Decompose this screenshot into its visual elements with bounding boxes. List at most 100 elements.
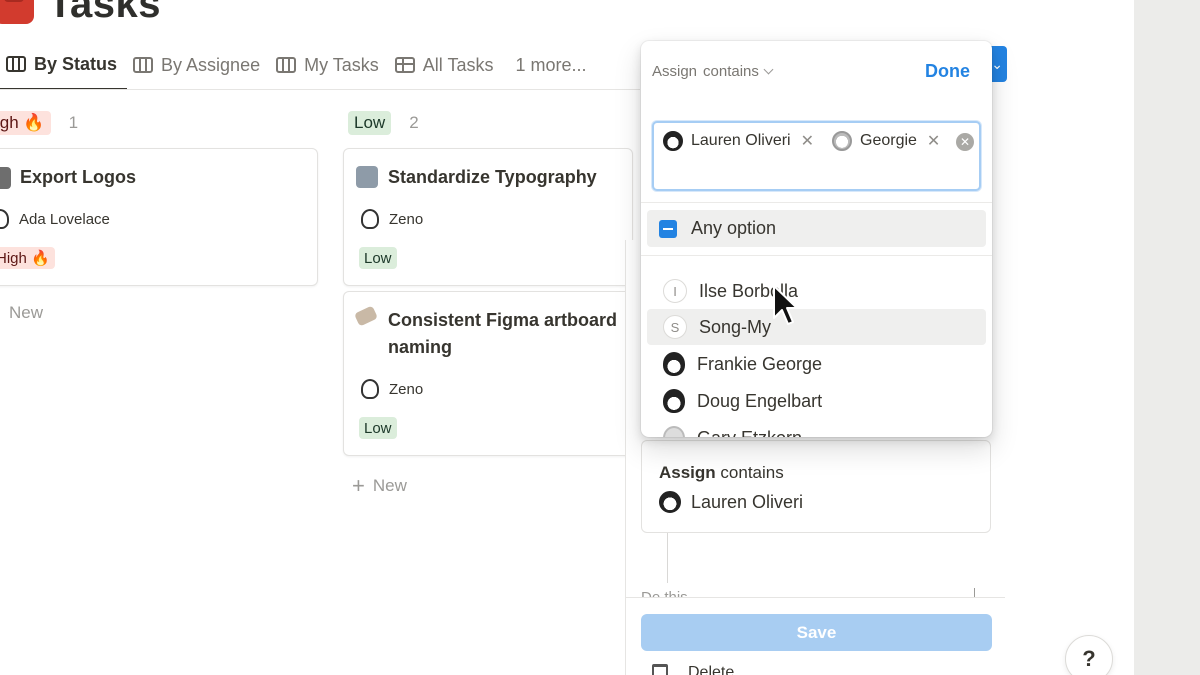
card-title: Consistent Figma artboard: [388, 310, 618, 330]
option-label: Gary Etzkorn: [697, 428, 802, 438]
tab-more[interactable]: 1 more...: [503, 40, 596, 90]
option-gary-etzkorn[interactable]: Gary Etzkorn: [647, 420, 986, 437]
new-label: New: [9, 303, 44, 322]
option-ilse-borbolla[interactable]: I Ilse Borbolla: [647, 273, 986, 309]
chevron-down-icon: [763, 64, 774, 75]
divider: [641, 255, 992, 256]
new-card-button[interactable]: New: [9, 303, 43, 323]
divider: [641, 202, 992, 203]
option-label: Frankie George: [697, 353, 823, 374]
right-gray-area: [1134, 0, 1200, 675]
option-frankie-george[interactable]: Frankie George: [647, 346, 986, 382]
avatar: [663, 426, 685, 437]
tab-label: By Status: [34, 53, 118, 74]
card-priority: Low: [359, 247, 397, 269]
filter-operator-dropdown[interactable]: Assign contains: [652, 63, 774, 80]
new-card-button[interactable]: + New: [352, 473, 407, 499]
column-header-high: igh 🔥 1: [0, 110, 78, 136]
condition-property: Assign: [659, 463, 716, 482]
condition-value: Lauren Oliveri: [659, 491, 803, 513]
tab-by-assignee[interactable]: By Assignee: [127, 40, 270, 90]
priority-tag: High 🔥: [0, 247, 55, 269]
help-button[interactable]: ?: [1065, 635, 1113, 675]
card-title-line2: naming: [388, 337, 453, 357]
new-label: New: [372, 476, 407, 495]
filter-popup: Assign contains Done Lauren Oliveri ✕ Ge…: [641, 41, 992, 437]
task-card-standardize-typography[interactable]: Standardize Typography Zeno Low: [343, 148, 633, 286]
tab-label: My Tasks: [304, 54, 379, 75]
any-option-checkbox[interactable]: Any option: [647, 210, 986, 247]
tab-label: 1 more...: [515, 54, 587, 75]
done-button[interactable]: Done: [925, 61, 970, 82]
person-name: Lauren Oliveri: [691, 491, 804, 512]
card-assignee: Zeno: [361, 379, 423, 399]
avatar: [663, 131, 683, 151]
option-doug-engelbart[interactable]: Doug Engelbart: [647, 383, 986, 419]
connector-line: [667, 533, 668, 583]
avatar: [663, 352, 685, 376]
task-card-export-logos[interactable]: Export Logos Ada Lovelace High 🔥: [0, 148, 318, 286]
status-tag[interactable]: Low: [348, 111, 392, 135]
condition-label: Assign contains: [659, 463, 784, 483]
tab-label: All Tasks: [422, 54, 494, 75]
any-option-label: Any option: [691, 218, 777, 238]
card-assignee: Ada Lovelace: [0, 209, 110, 229]
token-label: Lauren Oliveri: [691, 132, 791, 149]
initial-avatar: I: [663, 279, 687, 303]
card-priority: Low: [359, 417, 397, 439]
tab-label: By Assignee: [161, 54, 261, 75]
card-assignee: Zeno: [361, 209, 423, 229]
remove-token-icon[interactable]: ✕: [927, 131, 940, 151]
backpack-icon: [0, 0, 34, 24]
column-count: 2: [409, 113, 419, 132]
tab-my-tasks[interactable]: My Tasks: [270, 40, 389, 90]
filter-property: Assign: [652, 63, 698, 80]
token-lauren-oliveri: Lauren Oliveri ✕: [663, 131, 814, 151]
priority-tag: Low: [359, 247, 397, 269]
plus-icon: +: [352, 473, 365, 498]
board-icon: [133, 57, 154, 73]
option-song-my[interactable]: S Song-My: [647, 309, 986, 345]
delete-label: Delete: [688, 664, 735, 675]
tab-all-tasks[interactable]: All Tasks: [389, 40, 504, 90]
page-header: Tasks: [0, 0, 161, 26]
priority-tag: Low: [359, 417, 397, 439]
tabs-divider: [0, 89, 640, 90]
label-tag-icon: [353, 305, 379, 327]
option-label: Song-My: [699, 316, 772, 337]
avatar: [663, 389, 685, 413]
avatar: [361, 379, 379, 399]
condition-operator: contains: [720, 463, 784, 482]
option-label: Doug Engelbart: [697, 390, 823, 411]
column-count: 1: [68, 113, 79, 132]
token-georgie: Georgie ✕: [832, 131, 940, 151]
assignee-name: Zeno: [389, 210, 424, 228]
selected-people-input[interactable]: Lauren Oliveri ✕ Georgie ✕ ✕: [652, 121, 981, 191]
assignee-name: Zeno: [389, 380, 424, 398]
filter-operator: contains: [703, 63, 759, 80]
tab-by-status[interactable]: By Status: [0, 40, 128, 90]
avatar: [832, 131, 852, 151]
assignee-name: Ada Lovelace: [19, 210, 110, 228]
save-button[interactable]: Save: [641, 614, 992, 651]
avatar: [0, 209, 9, 229]
initial-avatar: S: [663, 315, 687, 339]
remove-token-icon[interactable]: ✕: [801, 131, 814, 151]
task-card-figma-naming[interactable]: Consistent Figma artboard naming Zeno Lo…: [343, 291, 633, 456]
page-title: Tasks: [48, 0, 161, 26]
avatar: [361, 209, 379, 229]
trigger-condition[interactable]: Assign contains Lauren Oliveri: [641, 440, 991, 533]
view-tabs: By Status By Assignee My Tasks All Tasks…: [0, 40, 640, 90]
delete-button[interactable]: Delete: [652, 664, 734, 675]
clear-all-icon[interactable]: ✕: [956, 133, 974, 151]
status-tag[interactable]: igh 🔥: [0, 111, 51, 135]
footer-divider: [625, 597, 1005, 598]
card-title: Export Logos: [20, 167, 136, 187]
column-header-low: Low 2: [348, 110, 419, 136]
abcd-icon: [356, 166, 378, 188]
card-priority: High 🔥: [0, 247, 55, 269]
trash-icon: [652, 664, 668, 675]
table-icon: [394, 57, 415, 73]
board-icon: [6, 56, 26, 72]
card-title: Standardize Typography: [388, 167, 597, 187]
